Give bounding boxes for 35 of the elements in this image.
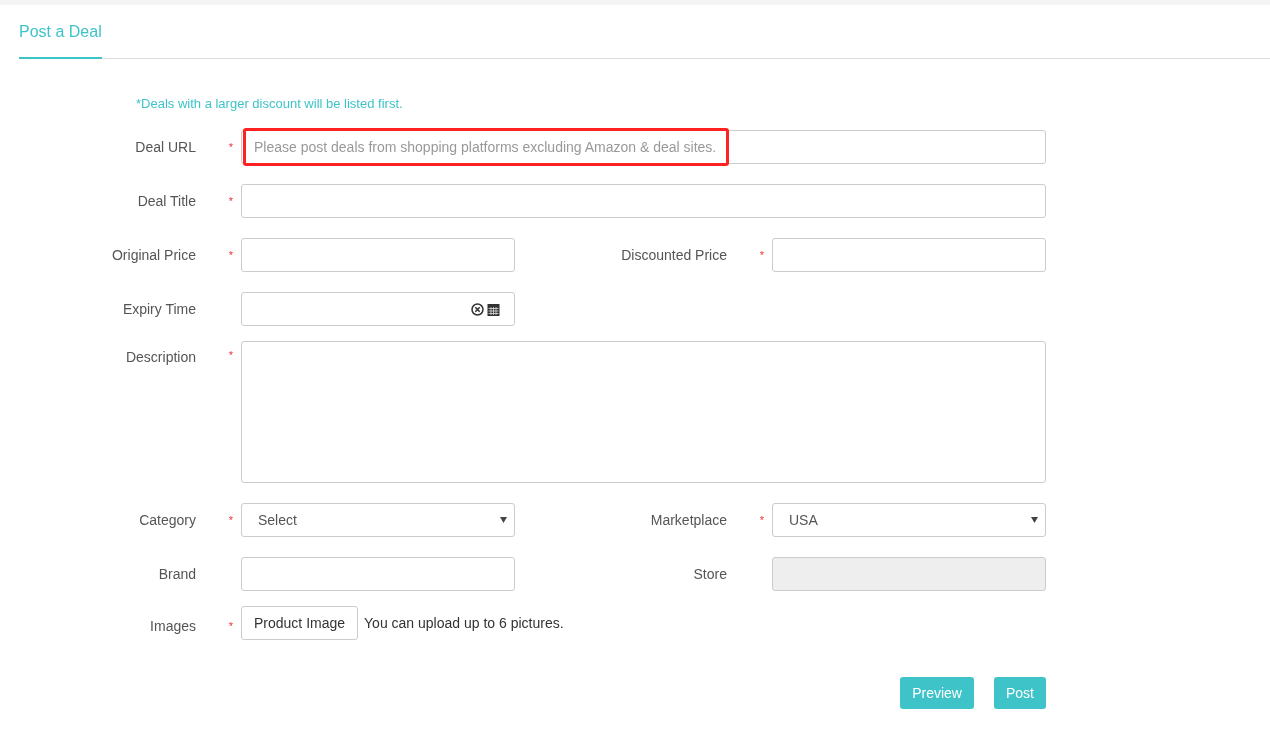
upload-button[interactable]: Product Image xyxy=(241,606,359,640)
required-mark: * xyxy=(228,141,233,153)
field-label: Discounted Price xyxy=(621,247,727,263)
required-mark: * xyxy=(228,195,233,207)
field-label: Expiry Time xyxy=(122,301,196,317)
field-label: Deal URL xyxy=(135,139,196,155)
text-field[interactable] xyxy=(241,557,515,591)
clear-icon[interactable] xyxy=(471,302,484,316)
text-field[interactable]: Please post deals from shopping platforms excluding Amazon & deal sites. xyxy=(241,130,1046,164)
calendar-icon[interactable] xyxy=(487,302,500,316)
field-label: Category xyxy=(139,512,196,528)
required-mark: * xyxy=(228,249,233,261)
date-field[interactable] xyxy=(241,292,515,326)
required-mark: * xyxy=(759,514,764,526)
select-field[interactable]: Select xyxy=(241,503,515,537)
select-field[interactable]: USA xyxy=(772,503,1046,537)
text-field[interactable] xyxy=(772,238,1046,272)
field-label: Store xyxy=(693,566,727,582)
required-mark: * xyxy=(759,249,764,261)
required-mark: * xyxy=(228,619,233,632)
caret-icon xyxy=(1031,517,1038,523)
field-label: Deal Title xyxy=(137,193,196,209)
required-mark: * xyxy=(228,349,233,361)
caret-icon xyxy=(500,517,507,523)
field-label: Brand xyxy=(158,566,196,582)
upload-hint: You can upload up to 6 pictures. xyxy=(364,615,564,631)
field-label: Original Price xyxy=(111,247,196,263)
field-label: Marketplace xyxy=(650,512,727,528)
text-field[interactable] xyxy=(241,184,1046,218)
required-mark: * xyxy=(228,514,233,526)
text-field[interactable] xyxy=(241,238,515,272)
field-label: Images xyxy=(150,617,196,634)
description-field[interactable] xyxy=(241,341,1046,483)
field-label: Description xyxy=(125,349,196,365)
notice-text: *Deals with a larger discount will be listed first. xyxy=(136,96,404,111)
